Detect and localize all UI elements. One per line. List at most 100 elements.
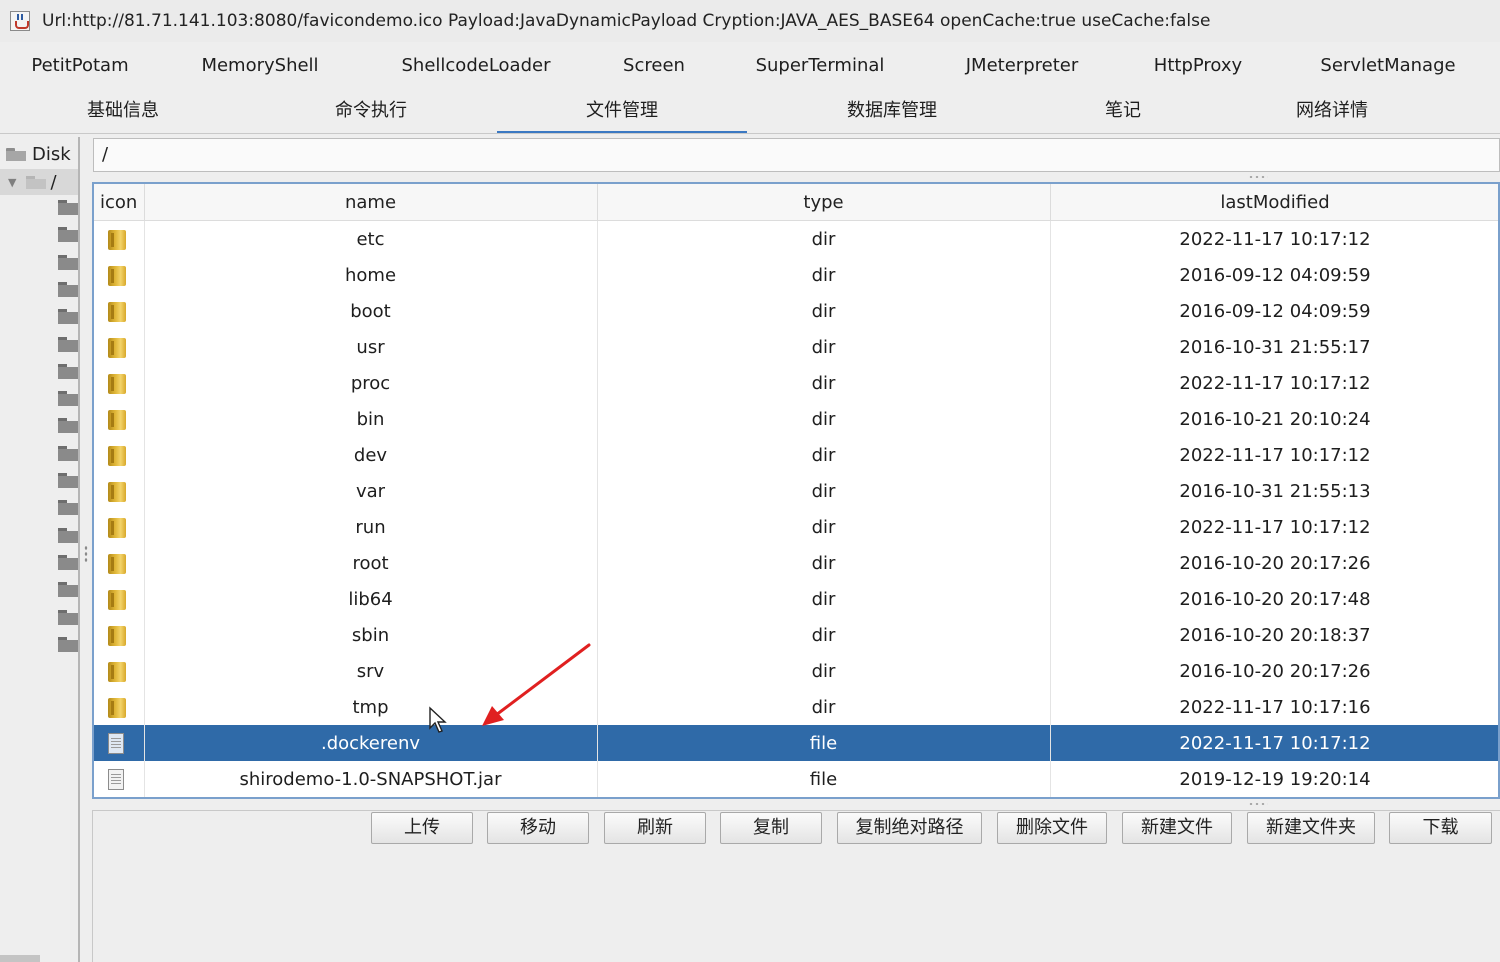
- tree-folder-icon[interactable]: [58, 636, 78, 652]
- column-header-type[interactable]: type: [597, 184, 1051, 221]
- tree-folder-icon[interactable]: [58, 473, 78, 488]
- tree-folder-icon[interactable]: [58, 309, 78, 325]
- cell-type: dir: [597, 293, 1051, 329]
- tab-memoryshell[interactable]: MemoryShell: [160, 55, 360, 76]
- column-header-icon[interactable]: icon: [94, 184, 145, 221]
- cell-type: dir: [597, 365, 1051, 401]
- cell-icon: [94, 401, 145, 437]
- tab-database-manager[interactable]: 数据库管理: [766, 90, 1018, 134]
- tab-screen[interactable]: Screen: [592, 55, 716, 76]
- tree-folder-icon[interactable]: [58, 254, 78, 270]
- file-table: icon name type lastModified etc dir 2022-1…: [92, 182, 1500, 799]
- cell-name: var: [144, 473, 598, 509]
- tab-command-exec[interactable]: 命令执行: [246, 90, 496, 134]
- folder-icon: [108, 517, 126, 538]
- cell-name: run: [144, 509, 598, 545]
- tab-jmeterpreter[interactable]: JMeterpreter: [924, 55, 1120, 76]
- tree-node-disk[interactable]: Disk: [6, 141, 71, 167]
- move-button[interactable]: 移动: [487, 812, 589, 844]
- new-file-button[interactable]: 新建文件: [1122, 812, 1232, 844]
- table-row[interactable]: proc dir 2022-11-17 10:17:12: [94, 365, 1498, 401]
- table-row[interactable]: tmp dir 2022-11-17 10:17:16: [94, 689, 1498, 725]
- column-header-lastmodified[interactable]: lastModified: [1050, 184, 1498, 221]
- tree-folder-icon[interactable]: [58, 363, 78, 379]
- cell-type: dir: [597, 401, 1051, 437]
- refresh-button[interactable]: 刷新: [604, 812, 706, 844]
- tab-superterminal[interactable]: SuperTerminal: [716, 55, 924, 76]
- split-handle-top[interactable]: [1248, 175, 1268, 179]
- tab-servletmanage[interactable]: ServletManage: [1276, 55, 1500, 76]
- table-row[interactable]: root dir 2016-10-20 20:17:26: [94, 545, 1498, 581]
- cell-name: root: [144, 545, 598, 581]
- tab-notes[interactable]: 笔记: [1018, 90, 1228, 134]
- cell-type: file: [597, 761, 1051, 797]
- tree-folder-icon[interactable]: [58, 418, 78, 434]
- folder-icon: [108, 625, 126, 646]
- tree-folder-icon[interactable]: [58, 500, 78, 516]
- mouse-cursor-icon: [429, 706, 447, 733]
- tree-folder-icon[interactable]: [58, 200, 78, 215]
- tree-folder-icon[interactable]: [58, 582, 78, 598]
- cell-type: dir: [597, 689, 1051, 725]
- table-row[interactable]: etc dir 2022-11-17 10:17:12: [94, 220, 1498, 257]
- download-button[interactable]: 下载: [1389, 812, 1492, 844]
- cell-name: home: [144, 257, 598, 293]
- cell-type: dir: [597, 617, 1051, 653]
- tab-divider: [0, 133, 1500, 134]
- tree-folder-icon[interactable]: [58, 609, 78, 625]
- tree-folder-icon[interactable]: [58, 227, 78, 243]
- folder-open-icon: [26, 175, 47, 189]
- table-row[interactable]: dev dir 2022-11-17 10:17:12: [94, 437, 1498, 473]
- copy-absolute-path-button[interactable]: 复制绝对路径: [837, 812, 982, 844]
- table-row[interactable]: bin dir 2016-10-21 20:10:24: [94, 401, 1498, 437]
- table-row[interactable]: var dir 2016-10-31 21:55:13: [94, 473, 1498, 509]
- path-input[interactable]: [102, 139, 1482, 171]
- table-row[interactable]: boot dir 2016-09-12 04:09:59: [94, 293, 1498, 329]
- table-row[interactable]: srv dir 2016-10-20 20:17:26: [94, 653, 1498, 689]
- table-row[interactable]: .dockerenv file 2022-11-17 10:17:12: [94, 725, 1498, 761]
- cell-lastmodified: 2016-10-20 20:18:37: [1050, 617, 1498, 653]
- cell-type: file: [597, 725, 1051, 761]
- tree-folder-icon[interactable]: [58, 281, 78, 297]
- tab-petitpotam[interactable]: PetitPotam: [0, 55, 160, 76]
- cell-lastmodified: 2016-10-31 21:55:13: [1050, 473, 1498, 509]
- tab-file-manager[interactable]: 文件管理: [497, 90, 747, 134]
- new-folder-button[interactable]: 新建文件夹: [1247, 812, 1375, 844]
- horizontal-scrollbar[interactable]: [0, 955, 40, 962]
- cell-type: dir: [597, 581, 1051, 617]
- cell-name: etc: [144, 220, 598, 257]
- expand-arrow-icon[interactable]: ▼: [8, 176, 16, 189]
- tree-folder-icon[interactable]: [58, 445, 78, 461]
- folder-icon: [108, 697, 126, 718]
- main-tab-bar: 基础信息 命令执行 文件管理 数据库管理 笔记 网络详情: [0, 90, 1500, 134]
- cell-lastmodified: 2016-10-20 20:17:26: [1050, 545, 1498, 581]
- tree-folder-icon[interactable]: [58, 527, 78, 543]
- table-row[interactable]: usr dir 2016-10-31 21:55:17: [94, 329, 1498, 365]
- folder-icon: [108, 265, 126, 286]
- cell-name: sbin: [144, 617, 598, 653]
- tree-folder-icon[interactable]: [58, 391, 78, 407]
- tab-network-details[interactable]: 网络详情: [1228, 90, 1436, 134]
- delete-file-button[interactable]: 删除文件: [997, 812, 1107, 844]
- tree-node-root[interactable]: ▼ /: [0, 169, 78, 195]
- tree-folder-icon[interactable]: [58, 554, 78, 570]
- cell-name: usr: [144, 329, 598, 365]
- cell-icon: [94, 509, 145, 545]
- panel-splitter-handle[interactable]: [84, 545, 88, 563]
- split-handle-bottom[interactable]: [1248, 802, 1268, 806]
- cell-icon: [94, 365, 145, 401]
- tab-httpproxy[interactable]: HttpProxy: [1120, 55, 1276, 76]
- table-row[interactable]: home dir 2016-09-12 04:09:59: [94, 257, 1498, 293]
- tab-basic-info[interactable]: 基础信息: [0, 90, 246, 134]
- java-app-icon: [10, 11, 30, 31]
- upload-button[interactable]: 上传: [371, 812, 473, 844]
- tab-shellcodeloader[interactable]: ShellcodeLoader: [360, 55, 592, 76]
- table-row[interactable]: sbin dir 2016-10-20 20:18:37: [94, 617, 1498, 653]
- tree-folder-icon[interactable]: [58, 336, 78, 352]
- table-row[interactable]: shirodemo-1.0-SNAPSHOT.jar file 2019-12-19…: [94, 761, 1498, 797]
- column-header-name[interactable]: name: [144, 184, 598, 221]
- folder-icon: [108, 481, 126, 502]
- table-row[interactable]: run dir 2022-11-17 10:17:12: [94, 509, 1498, 545]
- copy-button[interactable]: 复制: [720, 812, 822, 844]
- table-row[interactable]: lib64 dir 2016-10-20 20:17:48: [94, 581, 1498, 617]
